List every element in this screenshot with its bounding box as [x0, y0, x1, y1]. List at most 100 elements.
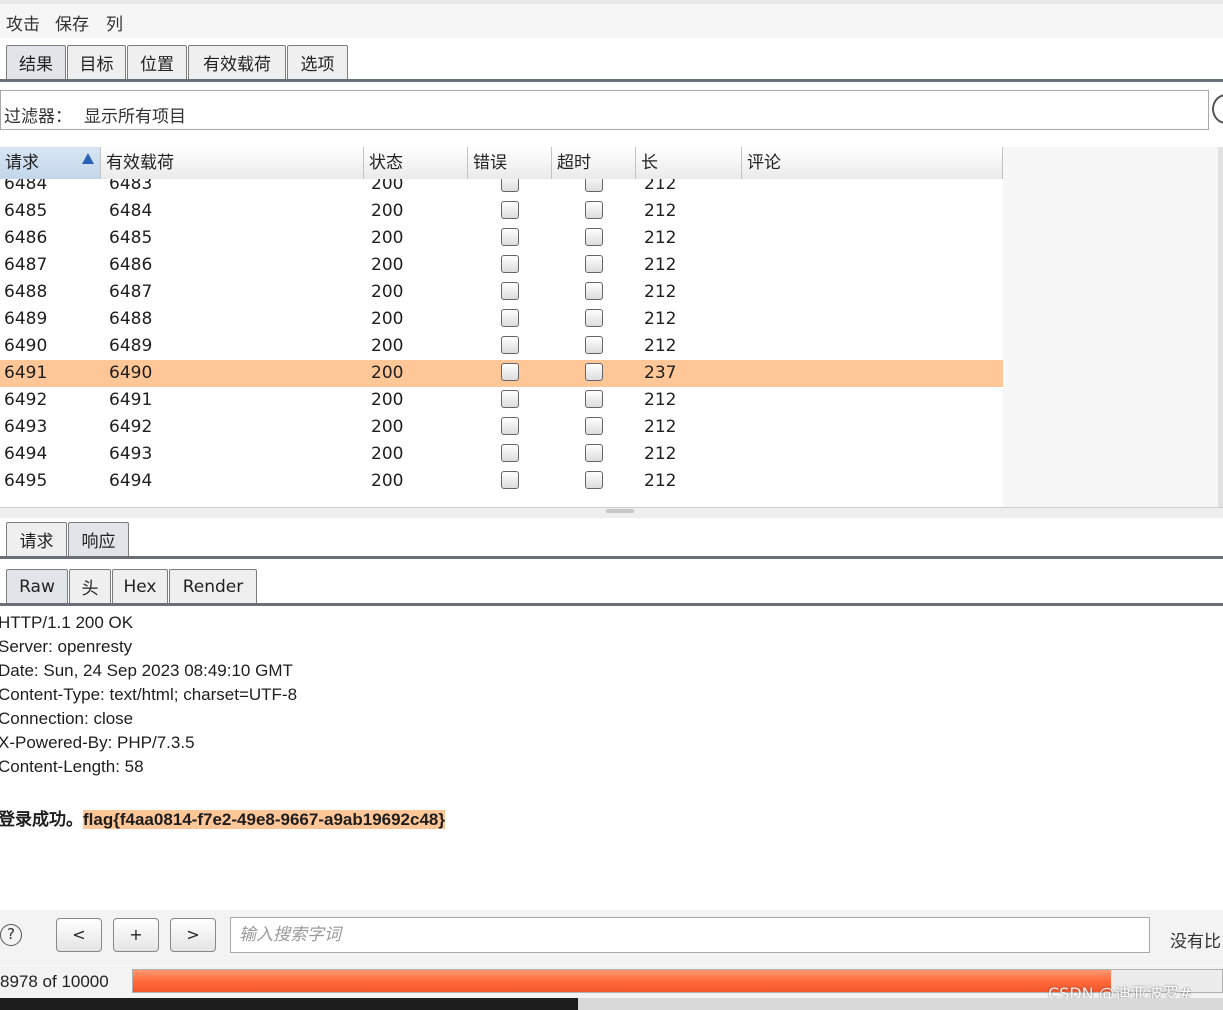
help-icon[interactable]: ?	[0, 924, 22, 946]
cell-request: 6495	[4, 471, 48, 491]
sort-ascending-icon	[82, 153, 94, 164]
cell-payload: 6484	[109, 201, 153, 221]
error-checkbox	[501, 282, 519, 300]
timeout-checkbox	[585, 179, 603, 192]
response-header-line: X-Powered-By: PHP/7.3.5	[0, 733, 195, 752]
table-row[interactable]: 6493 6492 200 212	[0, 414, 1003, 441]
cell-length: 212	[644, 201, 677, 221]
tab-positions[interactable]: 位置	[127, 45, 187, 79]
tab-hex[interactable]: Hex	[112, 569, 168, 603]
error-checkbox	[501, 390, 519, 408]
tab-render[interactable]: Render	[169, 569, 257, 603]
column-header-length[interactable]: 长	[636, 147, 742, 179]
cell-length: 212	[644, 417, 677, 437]
column-header-timeout[interactable]: 超时	[552, 147, 636, 179]
tab-headers[interactable]: 头	[69, 569, 111, 603]
error-checkbox	[501, 228, 519, 246]
cell-status: 200	[371, 336, 404, 356]
response-header-line: Connection: close	[0, 709, 134, 728]
menu-bar: 攻击 保存 列	[0, 0, 1223, 38]
cell-length: 212	[644, 309, 677, 329]
table-row[interactable]: 6491 6490 200 237	[0, 360, 1003, 387]
menu-columns[interactable]: 列	[106, 10, 123, 35]
timeout-checkbox	[585, 444, 603, 462]
column-header-comment[interactable]: 评论	[742, 147, 1003, 179]
filter-label: 过滤器：	[4, 107, 72, 127]
error-checkbox	[501, 363, 519, 381]
cell-payload: 6491	[109, 390, 153, 410]
filter-value[interactable]: 显示所有项目	[84, 102, 186, 127]
table-row[interactable]: 6485 6484 200 212	[0, 198, 1003, 225]
response-header-line: Server: openresty	[0, 637, 133, 656]
cell-payload: 6489	[109, 336, 153, 356]
error-checkbox	[501, 179, 519, 192]
cell-request: 6493	[4, 417, 48, 437]
cell-request: 6492	[4, 390, 48, 410]
cell-length: 212	[644, 179, 677, 194]
cell-length: 212	[644, 228, 677, 248]
cell-request: 6491	[4, 363, 48, 383]
tab-raw[interactable]: Raw	[6, 569, 68, 603]
error-checkbox	[501, 336, 519, 354]
table-row[interactable]: 6490 6489 200 212	[0, 333, 1003, 360]
tab-response[interactable]: 响应	[68, 522, 129, 556]
cell-status: 200	[371, 471, 404, 491]
splitter-grip-icon[interactable]	[606, 509, 634, 513]
cell-request: 6490	[4, 336, 48, 356]
response-viewer[interactable]: HTTP/1.1 200 OK Server: openresty Date: …	[0, 610, 1223, 910]
cell-payload: 6490	[109, 363, 153, 383]
search-input[interactable]: 输入搜索字词	[230, 917, 1150, 953]
results-table: 请求 有效载荷 状态 错误 超时 长 评论 6484 6483 200 212 6485…	[0, 147, 1223, 507]
cell-payload: 6483	[109, 179, 153, 194]
cell-status: 200	[371, 282, 404, 302]
cell-length: 212	[644, 471, 677, 491]
column-header-status[interactable]: 状态	[364, 147, 468, 179]
cell-payload: 6488	[109, 309, 153, 329]
menu-attack[interactable]: 攻击	[6, 10, 40, 35]
taskbar-strip-right	[578, 998, 1223, 1010]
cell-request: 6494	[4, 444, 48, 464]
tab-payloads[interactable]: 有效载荷	[188, 45, 286, 79]
column-header-request[interactable]: 请求	[0, 147, 101, 179]
column-header-payload[interactable]: 有效载荷	[101, 147, 364, 179]
table-scrollbar[interactable]	[1218, 147, 1223, 507]
error-checkbox	[501, 417, 519, 435]
error-checkbox	[501, 201, 519, 219]
error-checkbox	[501, 309, 519, 327]
table-row[interactable]: 6486 6485 200 212	[0, 225, 1003, 252]
filter-help-icon[interactable]	[1212, 94, 1223, 124]
table-row[interactable]: 6484 6483 200 212	[0, 179, 1003, 198]
timeout-checkbox	[585, 201, 603, 219]
cell-status: 200	[371, 444, 404, 464]
progress-fill	[133, 970, 1111, 992]
tab-results[interactable]: 结果	[6, 45, 66, 79]
next-match-button[interactable]: >	[170, 918, 216, 952]
cell-status: 200	[371, 417, 404, 437]
tab-options[interactable]: 选项	[287, 45, 348, 79]
cell-payload: 6487	[109, 282, 153, 302]
menu-save[interactable]: 保存	[55, 10, 89, 35]
table-row[interactable]: 6494 6493 200 212	[0, 441, 1003, 468]
previous-match-button[interactable]: <	[56, 918, 102, 952]
match-status: 没有比	[1170, 932, 1221, 952]
cell-request: 6487	[4, 255, 48, 275]
tab-request[interactable]: 请求	[6, 522, 67, 556]
table-row[interactable]: 6489 6488 200 212	[0, 306, 1003, 333]
cell-length: 212	[644, 255, 677, 275]
response-body: 登录成功。flag{f4aa0814-f7e2-49e8-9667-a9ab19…	[0, 805, 445, 830]
window-top-strip	[0, 0, 1223, 4]
cell-length: 212	[644, 336, 677, 356]
view-tabs-divider	[0, 603, 1223, 606]
top-tabs-divider	[0, 79, 1223, 82]
cell-request: 6484	[4, 179, 48, 194]
add-button[interactable]: +	[113, 918, 159, 952]
table-row[interactable]: 6495 6494 200 212	[0, 468, 1003, 495]
timeout-checkbox	[585, 255, 603, 273]
table-row[interactable]: 6487 6486 200 212	[0, 252, 1003, 279]
column-header-error[interactable]: 错误	[468, 147, 552, 179]
cell-length: 212	[644, 390, 677, 410]
table-row[interactable]: 6488 6487 200 212	[0, 279, 1003, 306]
table-row[interactable]: 6492 6491 200 212	[0, 387, 1003, 414]
cell-payload: 6485	[109, 228, 153, 248]
tab-target[interactable]: 目标	[67, 45, 126, 79]
